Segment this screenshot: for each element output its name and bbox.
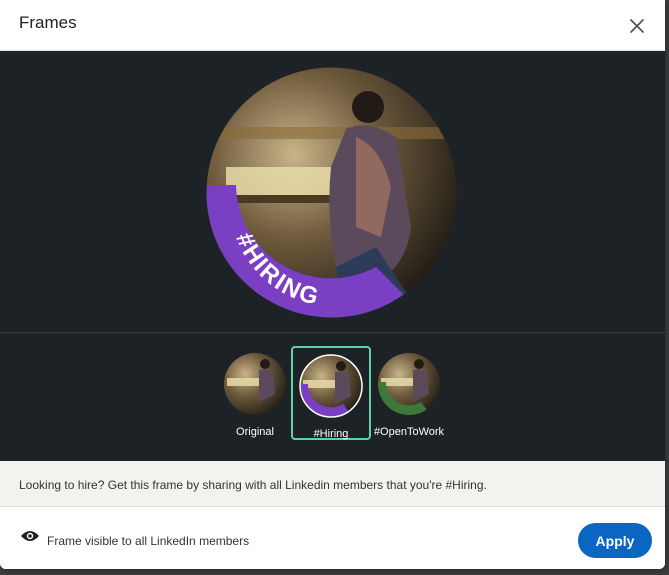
frames-dialog: Frames #HIRING Original #Hiring #OpenToW… (0, 0, 665, 569)
info-banner: Looking to hire? Get this frame by shari… (0, 461, 665, 507)
dialog-footer: Frame visible to all LinkedIn members Ap… (0, 507, 665, 569)
eye-icon (21, 531, 39, 541)
dialog-header: Frames (0, 0, 665, 51)
thumb-opentowork (378, 353, 440, 415)
visibility-text: Frame visible to all LinkedIn members (47, 534, 250, 548)
profile-photo-preview: #HIRING (206, 67, 457, 318)
frame-option-original[interactable]: Original (215, 346, 295, 440)
apply-button[interactable]: Apply (578, 523, 652, 558)
frame-label-original: Original (236, 426, 274, 438)
thumb-hiring (299, 354, 363, 418)
frame-label-opentowork: #OpenToWork (373, 426, 445, 438)
frame-option-opentowork[interactable]: #OpenToWork (369, 346, 449, 440)
frame-label-hiring: #Hiring (313, 428, 349, 440)
frame-preview: #HIRING (0, 51, 665, 332)
frame-option-hiring[interactable]: #Hiring (291, 346, 371, 440)
frame-options: Original #Hiring #OpenToWork (0, 333, 665, 461)
close-button[interactable] (621, 10, 653, 42)
dialog-title: Frames (19, 13, 77, 32)
close-icon (630, 19, 644, 33)
info-text: Looking to hire? Get this frame by shari… (19, 478, 487, 492)
thumb-original (224, 353, 286, 415)
